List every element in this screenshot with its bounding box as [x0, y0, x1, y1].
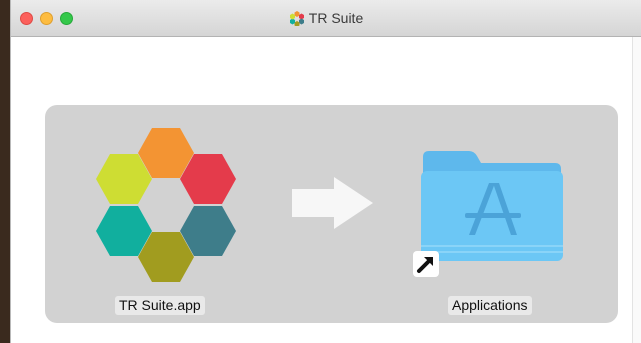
window-title-group: TR Suite	[11, 9, 641, 27]
alias-arrow-icon	[413, 251, 439, 277]
dmg-window: TR Suite TR Suite.app Applications	[10, 0, 641, 343]
app-label: TR Suite.app	[115, 296, 205, 315]
applications-folder-icon[interactable]	[417, 145, 567, 265]
vertical-scrollbar[interactable]	[632, 37, 641, 343]
tr-suite-mini-icon	[289, 11, 304, 27]
title-bar[interactable]: TR Suite	[11, 0, 641, 37]
window-title: TR Suite	[308, 10, 364, 26]
installer-background: TR Suite.app Applications	[45, 105, 618, 323]
right-arrow-icon	[292, 177, 373, 229]
applications-label: Applications	[448, 296, 532, 315]
tr-suite-hexagon-icon[interactable]	[84, 123, 244, 283]
